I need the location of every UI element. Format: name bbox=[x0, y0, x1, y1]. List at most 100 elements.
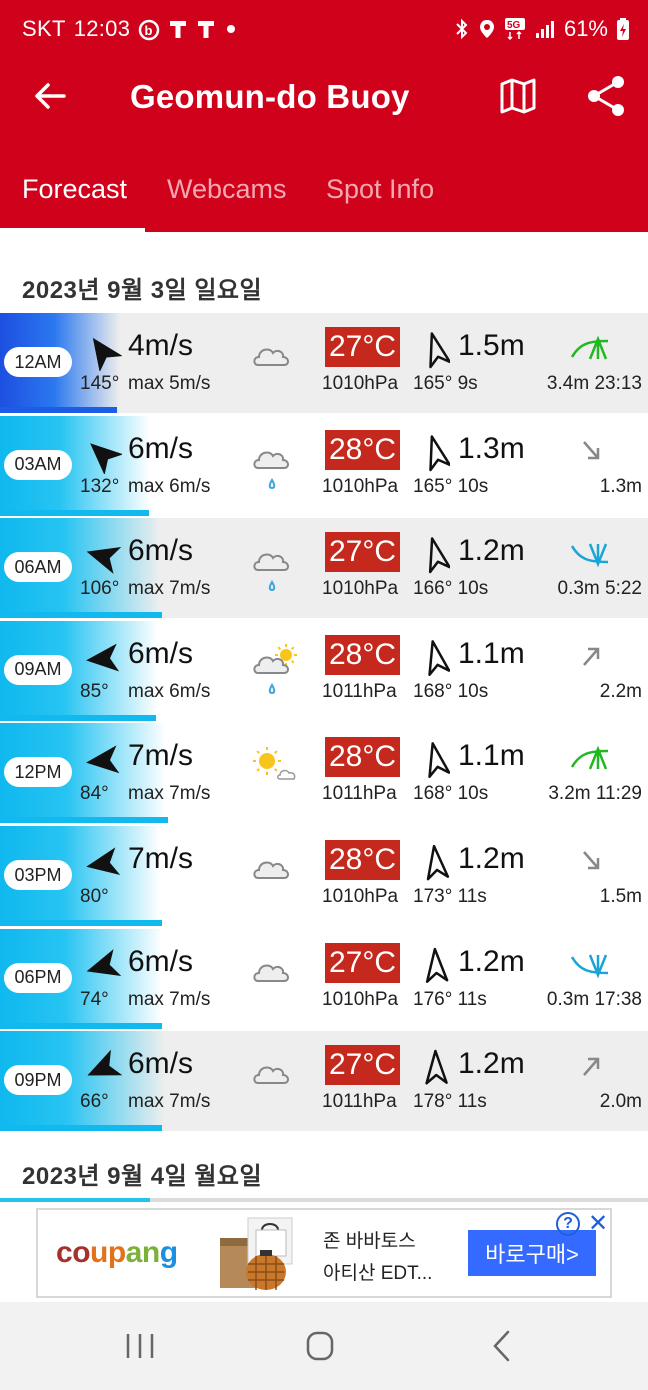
map-icon[interactable] bbox=[498, 76, 538, 116]
forecast-row[interactable]: 06PM 6m/s 74° max 7m/s 27°C 1010hPa 1.2m… bbox=[0, 928, 648, 1029]
partly-sunny-rain-icon bbox=[250, 643, 300, 713]
gust-bar bbox=[0, 714, 156, 721]
wind-direction-icon bbox=[86, 847, 121, 876]
gust-bar bbox=[0, 817, 168, 824]
swell-direction-icon bbox=[429, 434, 450, 471]
share-icon[interactable] bbox=[584, 74, 628, 118]
recent-apps-icon[interactable] bbox=[120, 1328, 160, 1364]
forecast-row[interactable]: 12AM 4m/s 145° max 5m/s 27°C 1010hPa 1.5… bbox=[0, 313, 648, 413]
forecast-row[interactable]: 06AM 6m/s 106° max 7m/s 27°C 1010hPa 1.2… bbox=[0, 518, 648, 619]
swell-direction-icon bbox=[426, 844, 450, 881]
wind-speed: 6m/s bbox=[128, 1047, 194, 1081]
wind-direction-icon bbox=[87, 1049, 122, 1076]
swell-height: 1.3m bbox=[458, 431, 525, 465]
wind-max: max 6m/s bbox=[128, 475, 211, 497]
wind-speed: 6m/s bbox=[128, 636, 194, 670]
tide-value: 2.2m bbox=[599, 680, 642, 702]
swell-direction-icon bbox=[428, 639, 450, 676]
buy-now-button[interactable]: 바로구매> bbox=[468, 1230, 596, 1276]
high-tide-icon bbox=[568, 743, 614, 773]
gust-bar bbox=[0, 920, 162, 926]
time-label: 03AM bbox=[4, 449, 72, 480]
wind-direction-icon bbox=[86, 643, 120, 672]
tide-value: 1.3m bbox=[599, 475, 642, 497]
active-tab-indicator bbox=[0, 228, 145, 232]
swell-details: 176° 11s bbox=[413, 988, 487, 1010]
system-nav-bar bbox=[0, 1302, 648, 1390]
ad-help-icon[interactable]: ? bbox=[556, 1212, 580, 1236]
back-icon[interactable] bbox=[482, 1328, 522, 1364]
dot-icon bbox=[227, 25, 236, 33]
rising-tide-icon bbox=[568, 1051, 614, 1081]
wind-direction-icon bbox=[90, 442, 122, 474]
battery-percent: 61% bbox=[563, 16, 608, 41]
page-title: Geomun-do Buoy bbox=[130, 78, 410, 115]
status-bar: SKT 12:03 b 5G 61% bbox=[0, 0, 648, 60]
temperature-badge: 28°C bbox=[325, 634, 400, 675]
tab-bar: Forecast Webcams Spot Info bbox=[0, 160, 648, 232]
ad-close-icon[interactable]: ✕ bbox=[586, 1210, 610, 1237]
ad-product-line2: 아티산 EDT... bbox=[323, 1263, 433, 1284]
svg-text:b: b bbox=[145, 23, 153, 38]
wind-degrees: 132° bbox=[80, 475, 120, 497]
rising-tide-icon bbox=[568, 641, 614, 671]
cloudy-icon bbox=[250, 1053, 300, 1123]
wind-degrees: 66° bbox=[80, 1091, 109, 1113]
pressure: 1011hPa bbox=[322, 680, 397, 702]
wind-degrees: 85° bbox=[80, 680, 109, 702]
tab-spot-info[interactable]: Spot Info bbox=[326, 174, 434, 205]
forecast-row[interactable]: 03PM 7m/s 80° 28°C 1010hPa 1.2m 173° 11s… bbox=[0, 826, 648, 926]
wind-speed: 6m/s bbox=[128, 944, 194, 978]
home-icon[interactable] bbox=[300, 1328, 340, 1364]
forecast-row[interactable]: 03AM 6m/s 132° max 6m/s 28°C 1010hPa 1.3… bbox=[0, 415, 648, 516]
wind-max: max 6m/s bbox=[128, 680, 211, 702]
swell-details: 165° 10s bbox=[413, 475, 489, 497]
wind-max: max 7m/s bbox=[128, 783, 211, 805]
swell-details: 166° 10s bbox=[413, 578, 489, 600]
tide-value: 0.3m 17:38 bbox=[546, 988, 642, 1010]
wind-speed: 6m/s bbox=[128, 431, 194, 465]
wind-bar-preview bbox=[0, 1198, 150, 1202]
b-app-icon: b bbox=[139, 19, 160, 41]
wind-direction-icon bbox=[92, 337, 122, 371]
wind-speed: 4m/s bbox=[128, 329, 194, 362]
low-tide-icon bbox=[568, 538, 614, 568]
tab-forecast[interactable]: Forecast bbox=[22, 174, 127, 205]
location-icon bbox=[479, 20, 494, 38]
clock: 12:03 bbox=[73, 16, 131, 41]
swell-direction-icon bbox=[425, 1049, 448, 1085]
tide-value: 0.3m 5:22 bbox=[557, 578, 643, 600]
tide-value: 3.4m 23:13 bbox=[546, 373, 642, 394]
arrow-left-icon[interactable] bbox=[30, 76, 70, 116]
carrier: SKT bbox=[22, 16, 66, 41]
swell-height: 1.2m bbox=[458, 1047, 525, 1081]
forecast-row[interactable]: 12PM 7m/s 84° max 7m/s 28°C 1011hPa 1.1m… bbox=[0, 723, 648, 824]
forecast-row[interactable]: 09AM 6m/s 85° max 6m/s 28°C 1011hPa 1.1m… bbox=[0, 620, 648, 721]
date-header: 2023년 9월 3일 일요일 bbox=[22, 277, 263, 304]
temperature-badge: 28°C bbox=[325, 737, 400, 778]
ad-product-line1: 존 바바토스 bbox=[323, 1231, 416, 1252]
ad-banner[interactable]: coupang 존 바바토스 아티산 EDT... 바로구매> ? ✕ bbox=[36, 1208, 612, 1298]
svg-text:5G: 5G bbox=[507, 20, 521, 31]
gust-bar bbox=[0, 407, 117, 413]
time-label: 12PM bbox=[4, 757, 72, 788]
swell-height: 1.1m bbox=[458, 739, 525, 773]
temperature-badge: 28°C bbox=[325, 429, 400, 470]
date-header: 2023년 9월 4일 월요일 bbox=[22, 1163, 263, 1190]
wind-degrees: 80° bbox=[80, 886, 109, 907]
swell-height: 1.2m bbox=[458, 944, 525, 978]
perfume-product-image bbox=[220, 1217, 293, 1290]
signal-icon bbox=[535, 21, 554, 38]
wind-speed: 6m/s bbox=[128, 534, 194, 568]
app-header: SKT 12:03 b 5G 61% Geomun-do Buoy Foreca… bbox=[0, 0, 648, 232]
low-tide-icon bbox=[568, 949, 614, 979]
wind-max: max 5m/s bbox=[128, 373, 211, 394]
wind-degrees: 84° bbox=[80, 783, 109, 805]
forecast-row[interactable]: 09PM 6m/s 66° max 7m/s 27°C 1011hPa 1.2m… bbox=[0, 1031, 648, 1132]
temperature-badge: 27°C bbox=[325, 942, 400, 983]
cloudy-icon bbox=[250, 951, 300, 1021]
wind-max: max 7m/s bbox=[128, 578, 211, 600]
tide-value: 3.2m 11:29 bbox=[548, 783, 642, 805]
t-icon bbox=[198, 21, 215, 38]
tab-webcams[interactable]: Webcams bbox=[167, 174, 287, 205]
